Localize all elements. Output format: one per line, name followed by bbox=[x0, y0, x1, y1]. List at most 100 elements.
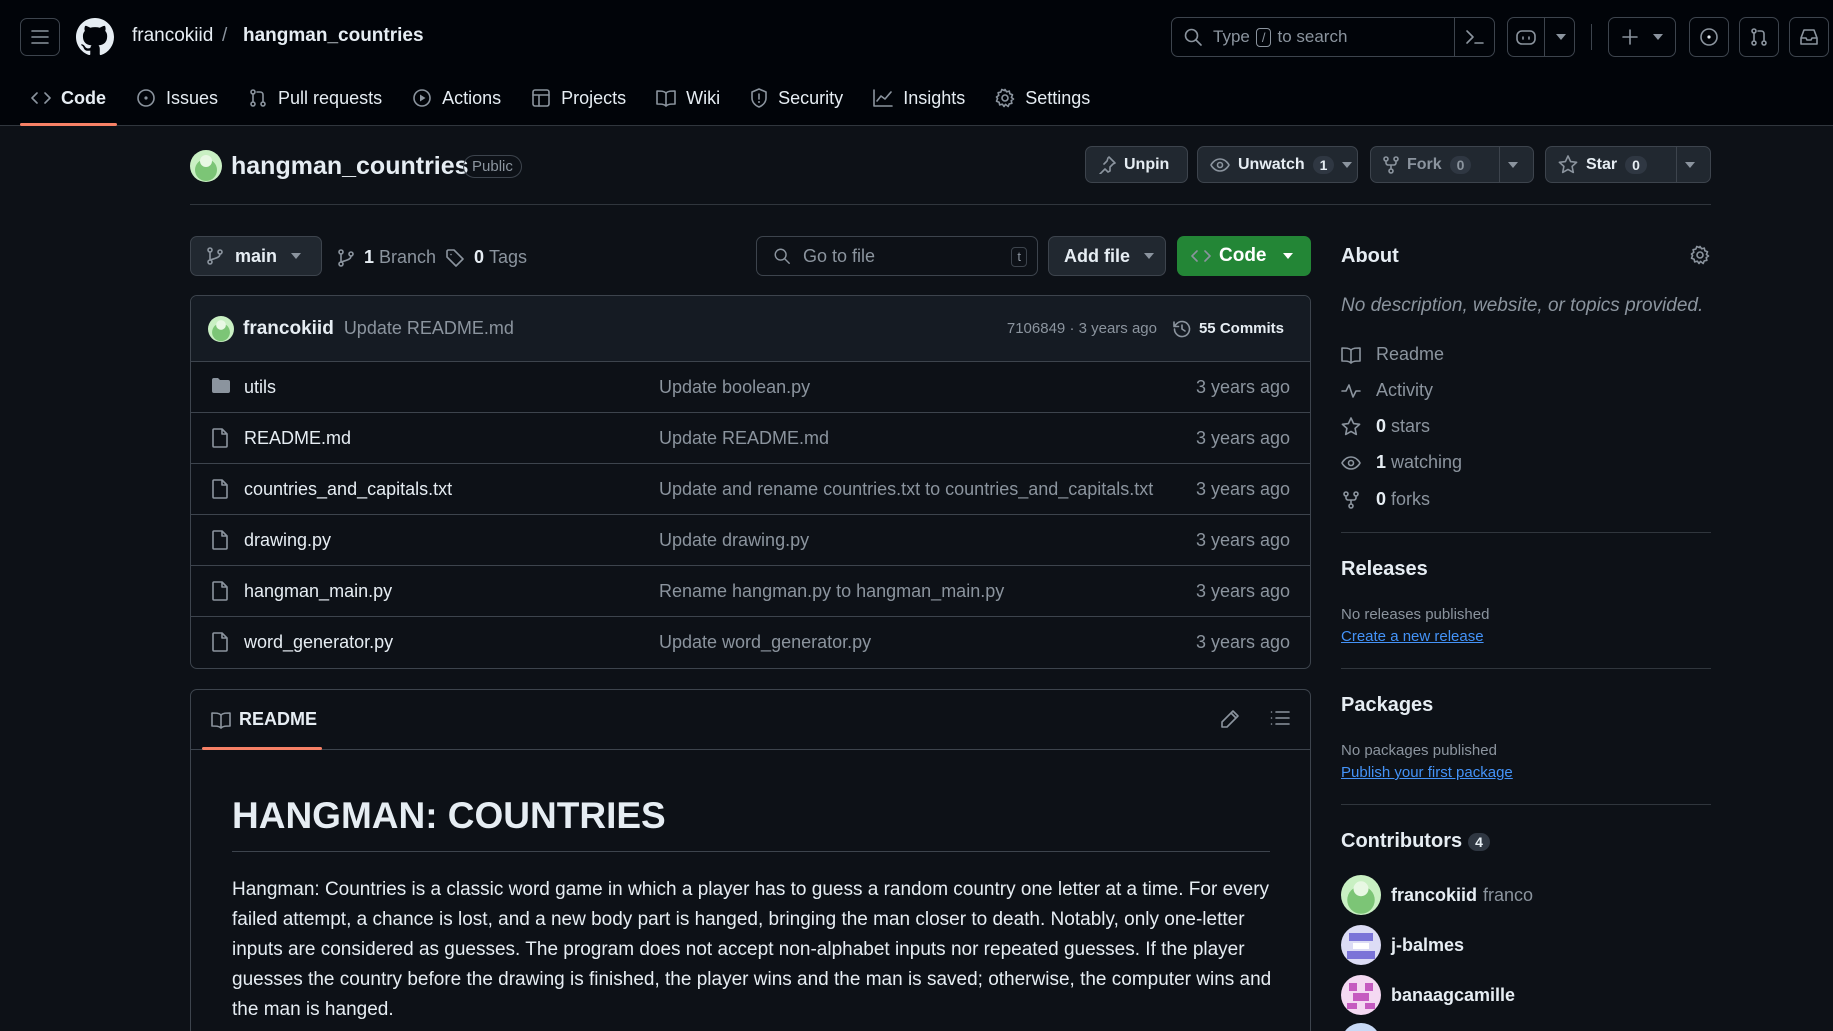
file-row[interactable]: README.md Update README.md 3 years ago bbox=[191, 413, 1310, 464]
fork-button[interactable]: Fork 0 bbox=[1370, 146, 1534, 183]
tab-security[interactable]: Security bbox=[739, 78, 854, 118]
file-row[interactable]: drawing.py Update drawing.py 3 years ago bbox=[191, 515, 1310, 566]
repo-owner-avatar[interactable] bbox=[190, 150, 222, 182]
unpin-button[interactable]: Unpin bbox=[1085, 146, 1188, 183]
list-icon[interactable] bbox=[1270, 709, 1290, 727]
tags-link[interactable]: 0 Tags bbox=[446, 247, 527, 268]
activity-link[interactable]: Activity bbox=[1341, 380, 1433, 401]
contributor-item[interactable]: banaagcamille bbox=[1341, 975, 1515, 1015]
menu-button[interactable] bbox=[20, 18, 60, 56]
file-table: francokiid Update README.md 7106849 · 3 … bbox=[190, 295, 1311, 669]
gear-icon[interactable] bbox=[1690, 245, 1710, 265]
file-name[interactable]: countries_and_capitals.txt bbox=[244, 479, 452, 500]
commit-message[interactable]: Update README.md bbox=[344, 318, 514, 339]
avatar[interactable] bbox=[1341, 875, 1381, 915]
avatar[interactable] bbox=[1341, 1023, 1381, 1031]
create-new-button[interactable] bbox=[1608, 17, 1676, 57]
go-to-file-input[interactable]: Go to file t bbox=[756, 236, 1038, 276]
github-logo-icon[interactable] bbox=[76, 18, 114, 56]
branch-selector[interactable]: main bbox=[190, 236, 322, 276]
branch-icon bbox=[207, 247, 223, 265]
file-name[interactable]: utils bbox=[244, 377, 276, 398]
commit-author-avatar[interactable] bbox=[208, 315, 234, 342]
your-pull-requests-button[interactable] bbox=[1739, 17, 1779, 57]
create-release-link[interactable]: Create a new release bbox=[1341, 628, 1484, 645]
chevron-down-icon bbox=[1282, 253, 1293, 259]
shield-icon bbox=[751, 88, 767, 108]
title-divider bbox=[190, 204, 1711, 205]
file-commit-message[interactable]: Update README.md bbox=[659, 428, 829, 449]
avatar[interactable] bbox=[1341, 925, 1381, 965]
file-name[interactable]: README.md bbox=[244, 428, 351, 449]
chevron-down-icon[interactable] bbox=[1556, 34, 1566, 40]
visibility-badge: Public bbox=[463, 155, 522, 178]
file-row[interactable]: utils Update boolean.py 3 years ago bbox=[191, 362, 1310, 413]
add-file-button[interactable]: Add file bbox=[1048, 236, 1166, 276]
watching-link[interactable]: 1 watching bbox=[1341, 452, 1462, 473]
copilot-button[interactable] bbox=[1507, 17, 1575, 57]
avatar[interactable] bbox=[1341, 975, 1381, 1015]
command-palette-button[interactable] bbox=[1454, 18, 1494, 56]
repo-name[interactable]: hangman_countries bbox=[231, 152, 469, 181]
breadcrumb-repo[interactable]: hangman_countries bbox=[243, 25, 424, 47]
fork-dropdown[interactable] bbox=[1499, 147, 1533, 182]
packages-heading[interactable]: Packages bbox=[1341, 694, 1433, 717]
your-issues-button[interactable] bbox=[1689, 17, 1729, 57]
about-heading: About bbox=[1341, 245, 1399, 267]
commits-link[interactable]: 55 Commits bbox=[1172, 319, 1284, 339]
contributor-login[interactable]: francokiid bbox=[1391, 885, 1477, 906]
contributor-item[interactable]: francokiid franco bbox=[1341, 875, 1533, 915]
readme-tab[interactable]: README bbox=[211, 709, 317, 730]
file-commit-message[interactable]: Update boolean.py bbox=[659, 377, 810, 398]
star-dropdown[interactable] bbox=[1676, 147, 1710, 182]
code-button[interactable]: Code bbox=[1177, 236, 1311, 276]
chevron-down-icon bbox=[291, 253, 302, 259]
commit-author[interactable]: francokiid bbox=[243, 318, 334, 340]
file-row[interactable]: hangman_main.py Rename hangman.py to han… bbox=[191, 566, 1310, 617]
star-icon bbox=[1341, 417, 1361, 436]
pin-icon bbox=[1099, 155, 1116, 174]
watch-count: 1 bbox=[1312, 155, 1335, 174]
inbox-button[interactable] bbox=[1789, 17, 1829, 57]
tab-actions[interactable]: Actions bbox=[401, 78, 512, 118]
star-button[interactable]: Star 0 bbox=[1545, 146, 1711, 183]
forks-link[interactable]: 0 forks bbox=[1341, 489, 1430, 510]
tab-insights[interactable]: Insights bbox=[862, 78, 976, 118]
watching-count: 1 bbox=[1376, 452, 1387, 472]
file-row[interactable]: countries_and_capitals.txt Update and re… bbox=[191, 464, 1310, 515]
fork-label: Fork bbox=[1407, 155, 1442, 173]
unwatch-label: Unwatch bbox=[1238, 155, 1305, 173]
file-name[interactable]: word_generator.py bbox=[244, 632, 393, 653]
releases-heading[interactable]: Releases bbox=[1341, 558, 1428, 581]
tab-label: Insights bbox=[903, 87, 966, 108]
plus-icon bbox=[1622, 29, 1638, 45]
tab-code[interactable]: Code bbox=[20, 78, 117, 126]
file-name[interactable]: drawing.py bbox=[244, 530, 331, 551]
file-commit-message[interactable]: Update and rename countries.txt to count… bbox=[659, 479, 1153, 500]
contributor-login[interactable]: j-balmes bbox=[1391, 935, 1464, 956]
watch-dropdown[interactable] bbox=[1342, 147, 1360, 182]
contributor-item[interactable]: j-balmes bbox=[1341, 925, 1464, 965]
tab-pull-requests[interactable]: Pull requests bbox=[237, 78, 393, 118]
unwatch-button[interactable]: Unwatch 1 bbox=[1197, 146, 1358, 183]
tab-settings[interactable]: Settings bbox=[984, 78, 1101, 118]
publish-package-link[interactable]: Publish your first package bbox=[1341, 764, 1513, 781]
file-commit-message[interactable]: Rename hangman.py to hangman_main.py bbox=[659, 581, 1004, 602]
stars-link[interactable]: 0 stars bbox=[1341, 416, 1430, 437]
readme-link[interactable]: Readme bbox=[1341, 344, 1444, 365]
file-commit-message[interactable]: Update drawing.py bbox=[659, 530, 809, 551]
global-search-input[interactable]: Type / to search bbox=[1171, 17, 1495, 57]
tab-projects[interactable]: Projects bbox=[520, 78, 637, 118]
branches-link[interactable]: 1 Branch bbox=[338, 247, 436, 268]
file-name[interactable]: hangman_main.py bbox=[244, 581, 392, 602]
tab-issues[interactable]: Issues bbox=[125, 78, 229, 118]
contributors-heading[interactable]: Contributors 4 bbox=[1341, 830, 1490, 853]
breadcrumb-owner[interactable]: francokiid bbox=[132, 25, 213, 47]
file-row[interactable]: word_generator.py Update word_generator.… bbox=[191, 617, 1310, 668]
tab-wiki[interactable]: Wiki bbox=[645, 78, 731, 118]
file-commit-message[interactable]: Update word_generator.py bbox=[659, 632, 871, 653]
code-button-label: Code bbox=[1219, 245, 1267, 266]
pencil-icon[interactable] bbox=[1220, 709, 1240, 729]
contributor-login[interactable]: banaagcamille bbox=[1391, 985, 1515, 1006]
commit-sha-time[interactable]: 7106849 · 3 years ago bbox=[1007, 320, 1157, 337]
